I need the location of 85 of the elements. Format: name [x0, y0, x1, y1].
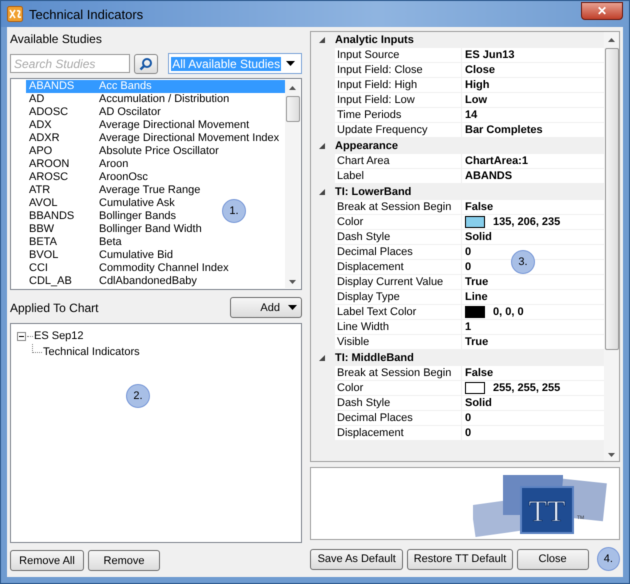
property-name: Update Frequency — [335, 123, 462, 137]
caret-icon — [286, 61, 295, 66]
app-icon — [7, 6, 23, 22]
section-label: Applied To Chart — [10, 300, 98, 316]
property-name: Color — [335, 381, 462, 395]
study-list-item[interactable]: APO Absolute Price Oscillator — [26, 145, 285, 158]
search-icon — [139, 56, 154, 70]
scroll-up-icon — [608, 38, 615, 42]
property-name: Time Periods — [335, 108, 462, 122]
scroll-up-icon — [289, 86, 296, 90]
expand-icon[interactable] — [319, 36, 325, 42]
dialog-button[interactable]: Close — [516, 548, 589, 570]
study-list-item[interactable]: AD Accumulation / Distribution — [26, 93, 285, 106]
property-name: Display Type — [335, 290, 462, 304]
property-value[interactable]: True — [465, 275, 488, 289]
study-list-item[interactable]: CCI Commodity Channel Index — [26, 262, 285, 275]
property-value[interactable]: 1 — [465, 320, 472, 334]
property-name: Input Field: Low — [335, 93, 462, 107]
property-name: Break at Session Begin — [335, 366, 462, 380]
tree-item[interactable]: Technical Indicators — [43, 346, 140, 358]
property-name: Line Width — [335, 320, 462, 334]
property-value[interactable]: 0 — [465, 426, 472, 440]
property-value[interactable]: Low — [465, 93, 487, 107]
study-list-item[interactable]: ATR Average True Range — [26, 184, 285, 197]
property-name: Label Text Color — [335, 305, 462, 319]
remove-button[interactable]: Remove All — [10, 550, 84, 571]
study-list-item[interactable]: ADXR Average Directional Movement Index — [26, 132, 285, 145]
property-name: Input Field: High — [335, 78, 462, 92]
property-name: Color — [335, 215, 462, 229]
property-value[interactable]: 14 — [465, 108, 478, 122]
category-header: TI: LowerBand — [335, 186, 412, 198]
property-value[interactable]: 0 — [465, 411, 472, 425]
property-name: Display Current Value — [335, 275, 462, 289]
study-list-item[interactable]: ADOSC AD Oscilator — [26, 106, 285, 119]
scroll-down-icon — [289, 280, 296, 284]
study-list-item[interactable]: BBW Bollinger Band Width — [26, 223, 285, 236]
dialog-button[interactable]: Save As Default — [310, 548, 404, 570]
property-name: Decimal Places — [335, 411, 462, 425]
tree-item[interactable]: ES Sep12 — [34, 330, 84, 342]
property-name: Label — [335, 169, 462, 183]
scrollbar[interactable] — [604, 32, 619, 461]
expand-icon[interactable] — [319, 188, 325, 194]
study-list-item[interactable]: ADX Average Directional Movement — [26, 119, 285, 132]
property-name: Dash Style — [335, 396, 462, 410]
expand-icon[interactable] — [319, 142, 325, 148]
window-title: Technical Indicators — [29, 6, 144, 22]
property-value[interactable]: Solid — [465, 396, 492, 410]
category-header: Appearance — [335, 140, 398, 152]
property-value[interactable]: True — [465, 335, 488, 349]
scroll-down-icon — [608, 452, 615, 457]
add-button[interactable]: Add — [230, 297, 302, 318]
property-name: Chart Area — [335, 154, 462, 168]
scroll-thumb[interactable] — [286, 96, 300, 122]
caret-icon — [288, 305, 297, 310]
collapse-icon[interactable] — [17, 332, 26, 340]
property-value[interactable]: 0 — [465, 245, 472, 259]
study-list-item[interactable]: CDL_AB CdlAbandonedBaby — [26, 275, 285, 288]
search-field[interactable]: Search Studies — [10, 54, 130, 73]
property-name: Displacement — [335, 426, 462, 440]
property-value[interactable]: Solid — [465, 230, 492, 244]
callout-badge: 2. — [126, 384, 150, 408]
study-list-item[interactable]: BVOL Cumulative Bid — [26, 249, 285, 262]
scroll-thumb[interactable] — [604, 48, 618, 350]
property-name: Input Source — [335, 48, 462, 62]
study-list-item[interactable]: BETA Beta — [26, 236, 285, 249]
property-name: Decimal Places — [335, 245, 462, 259]
property-name: Visible — [335, 335, 462, 349]
scrollbar[interactable] — [285, 80, 300, 288]
property-name: Dash Style — [335, 230, 462, 244]
property-value[interactable]: Line — [465, 290, 488, 304]
property-name: Displacement — [335, 260, 462, 274]
property-value[interactable]: 0 — [465, 260, 472, 274]
dialog-button[interactable]: Restore TT Default — [407, 548, 513, 570]
expand-icon[interactable] — [319, 354, 325, 360]
property-name: Input Field: Close — [335, 63, 462, 77]
property-name: Break at Session Begin — [335, 200, 462, 214]
study-list-item[interactable]: AROON Aroon — [26, 158, 285, 171]
section-label: Available Studies — [10, 31, 103, 47]
category-header: Analytic Inputs — [335, 34, 414, 46]
category-header: TI: MiddleBand — [335, 352, 414, 364]
study-list-item[interactable]: AROSC AroonOsc — [26, 171, 285, 184]
property-value[interactable]: High — [465, 78, 490, 92]
callout-badge: 4. — [596, 547, 620, 571]
remove-button[interactable]: Remove — [88, 550, 160, 571]
search-button[interactable] — [134, 54, 158, 74]
